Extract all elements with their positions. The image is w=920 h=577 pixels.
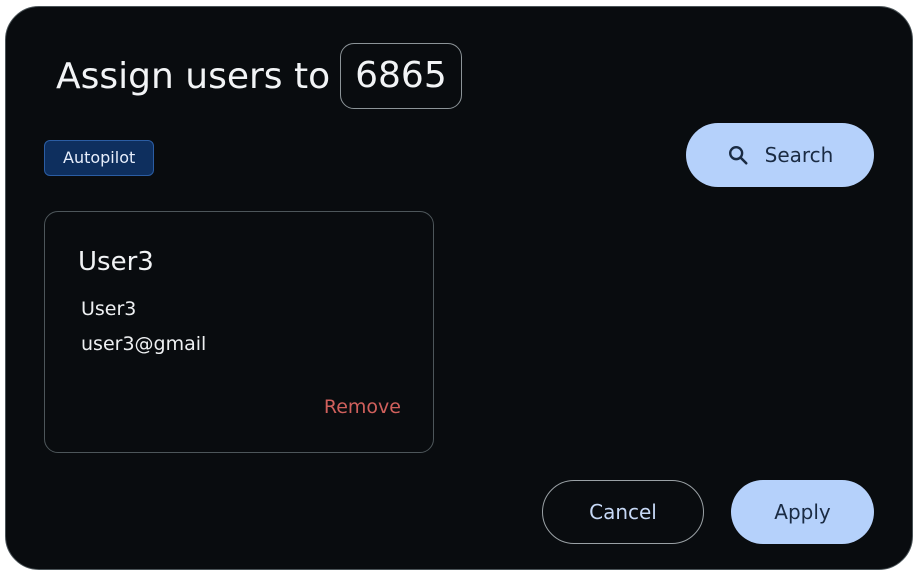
cancel-button[interactable]: Cancel [542,480,704,544]
user-card-username: User3 [81,298,137,320]
assign-users-dialog: Assign users to 6865 Autopilot Search Us… [5,6,913,570]
target-id-chip: 6865 [340,43,462,109]
dialog-title-text: Assign users to [56,55,331,97]
search-icon [727,144,749,166]
user-card-email: user3@gmail [81,333,207,355]
autopilot-badge: Autopilot [44,140,155,176]
user-card-name: User3 [78,247,154,277]
search-button-label: Search [764,143,834,167]
user-card: User3 User3 user3@gmail Remove [44,211,434,453]
search-button[interactable]: Search [686,123,874,187]
dialog-title: Assign users to 6865 [56,42,462,110]
remove-user-button[interactable]: Remove [324,396,401,418]
apply-button[interactable]: Apply [731,480,874,544]
